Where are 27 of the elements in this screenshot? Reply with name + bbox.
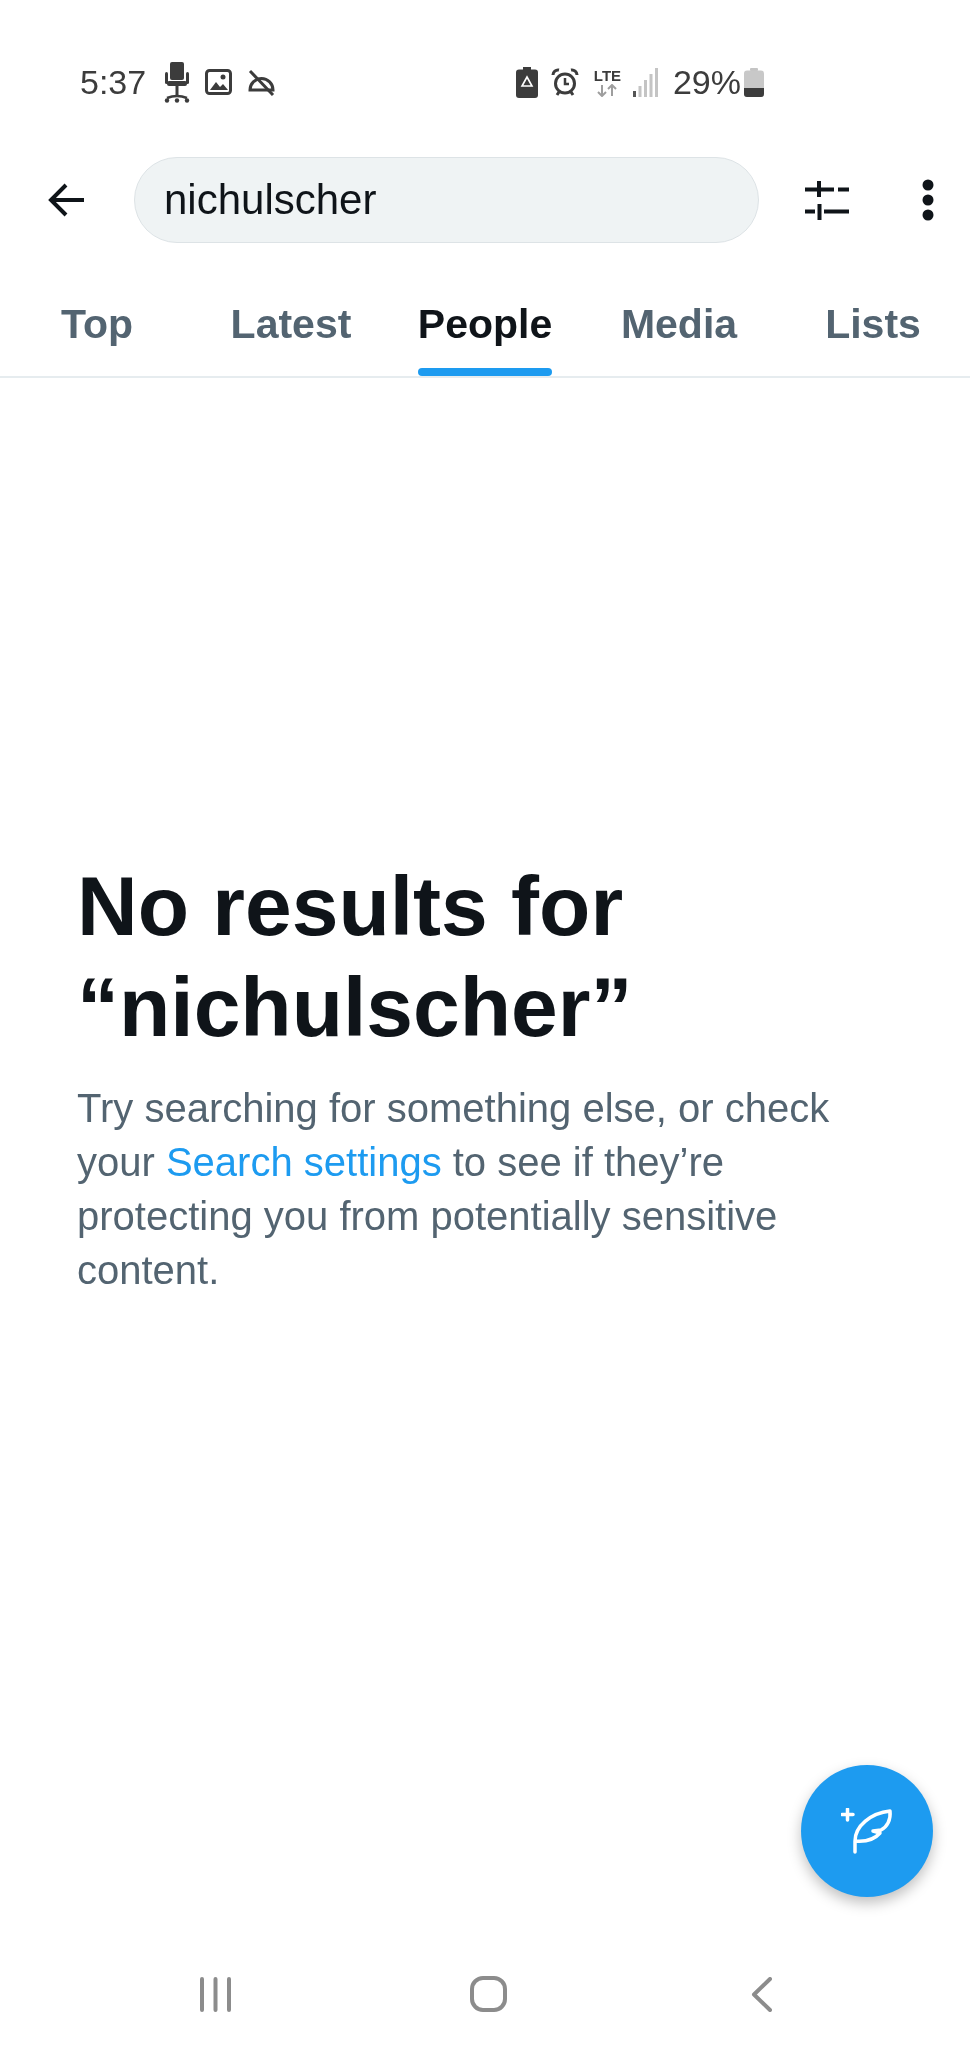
desk-chair-icon bbox=[164, 61, 191, 103]
tab[interactable]: Latest bbox=[194, 260, 388, 376]
battery-recycle-icon bbox=[515, 66, 538, 98]
network-type-label: LTE bbox=[593, 67, 622, 83]
recent-apps-icon[interactable] bbox=[199, 1976, 232, 2012]
more-icon[interactable] bbox=[922, 179, 934, 221]
feather-plus-icon bbox=[841, 1808, 893, 1854]
home-icon[interactable] bbox=[470, 1976, 507, 2012]
status-time: 5:37 bbox=[80, 62, 147, 102]
no-results-heading: No results for “nichulscher” bbox=[77, 858, 634, 1056]
compose-button[interactable] bbox=[801, 1765, 933, 1897]
battery-icon bbox=[744, 67, 764, 97]
data-arrows-icon bbox=[596, 83, 619, 97]
back-chevron-icon[interactable] bbox=[751, 1976, 772, 2012]
tab[interactable]: Media bbox=[582, 260, 776, 376]
alarm-clock-icon bbox=[550, 68, 579, 96]
signal-icon bbox=[632, 67, 658, 97]
battery-percent: 29% bbox=[672, 62, 741, 102]
sliders-icon[interactable] bbox=[805, 179, 849, 221]
search-field[interactable]: nichulscher bbox=[134, 157, 759, 243]
tab[interactable]: People bbox=[388, 260, 582, 376]
tab[interactable]: Lists bbox=[776, 260, 970, 376]
back-arrow-icon[interactable] bbox=[47, 182, 86, 218]
image-icon bbox=[205, 69, 233, 95]
no-results-message: Try searching for something else, or check your Search settings to see if they’re protecting you from potentially sensitive content. bbox=[77, 1085, 831, 1294]
slashed-dome-icon bbox=[247, 67, 277, 97]
tab[interactable]: Top bbox=[0, 260, 194, 376]
